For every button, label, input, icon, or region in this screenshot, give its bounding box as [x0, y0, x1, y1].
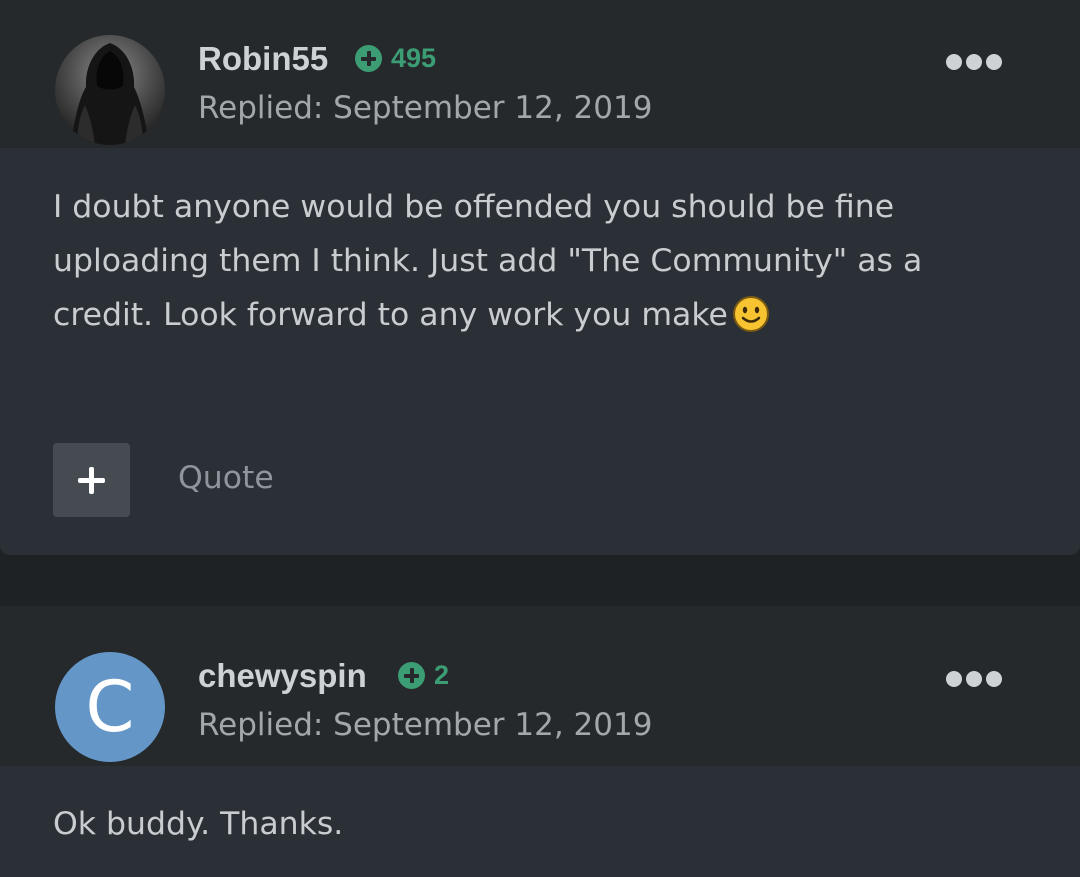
quote-button[interactable]: Quote: [178, 460, 274, 496]
user-avatar-chewyspin[interactable]: C: [55, 652, 165, 762]
hooded-figure-avatar: [55, 35, 165, 145]
reputation-count: 2: [434, 660, 450, 690]
post-text-line: I doubt anyone would be offended you sho…: [53, 189, 895, 225]
username[interactable]: Robin55: [198, 40, 328, 78]
post-content: I doubt anyone would be offended you sho…: [53, 180, 1013, 350]
post-content: Ok buddy. Thanks.: [53, 797, 1013, 851]
reply-date: Replied: September 12, 2019: [198, 707, 653, 743]
avatar-letter: C: [55, 652, 165, 762]
username[interactable]: chewyspin: [198, 657, 367, 695]
reputation-badge: 2: [398, 660, 449, 691]
smiley-face-emoji: [732, 295, 770, 350]
post-text-line: Ok buddy. Thanks.: [53, 806, 344, 842]
reply-date: Replied: September 12, 2019: [198, 90, 653, 126]
post-text-line: uploading them I think. Just add "The Co…: [53, 243, 923, 279]
post-text-line: credit. Look forward to any work you mak…: [53, 288, 1013, 350]
more-options-icon[interactable]: [946, 671, 1002, 687]
reputation-plus-icon: [398, 662, 425, 689]
reputation-badge: 495: [355, 43, 436, 74]
more-options-icon[interactable]: [946, 54, 1002, 70]
add-multiquote-icon[interactable]: [53, 443, 130, 517]
user-avatar-robin55[interactable]: [55, 35, 165, 145]
reputation-plus-icon: [355, 45, 382, 72]
reputation-count: 495: [391, 43, 437, 73]
